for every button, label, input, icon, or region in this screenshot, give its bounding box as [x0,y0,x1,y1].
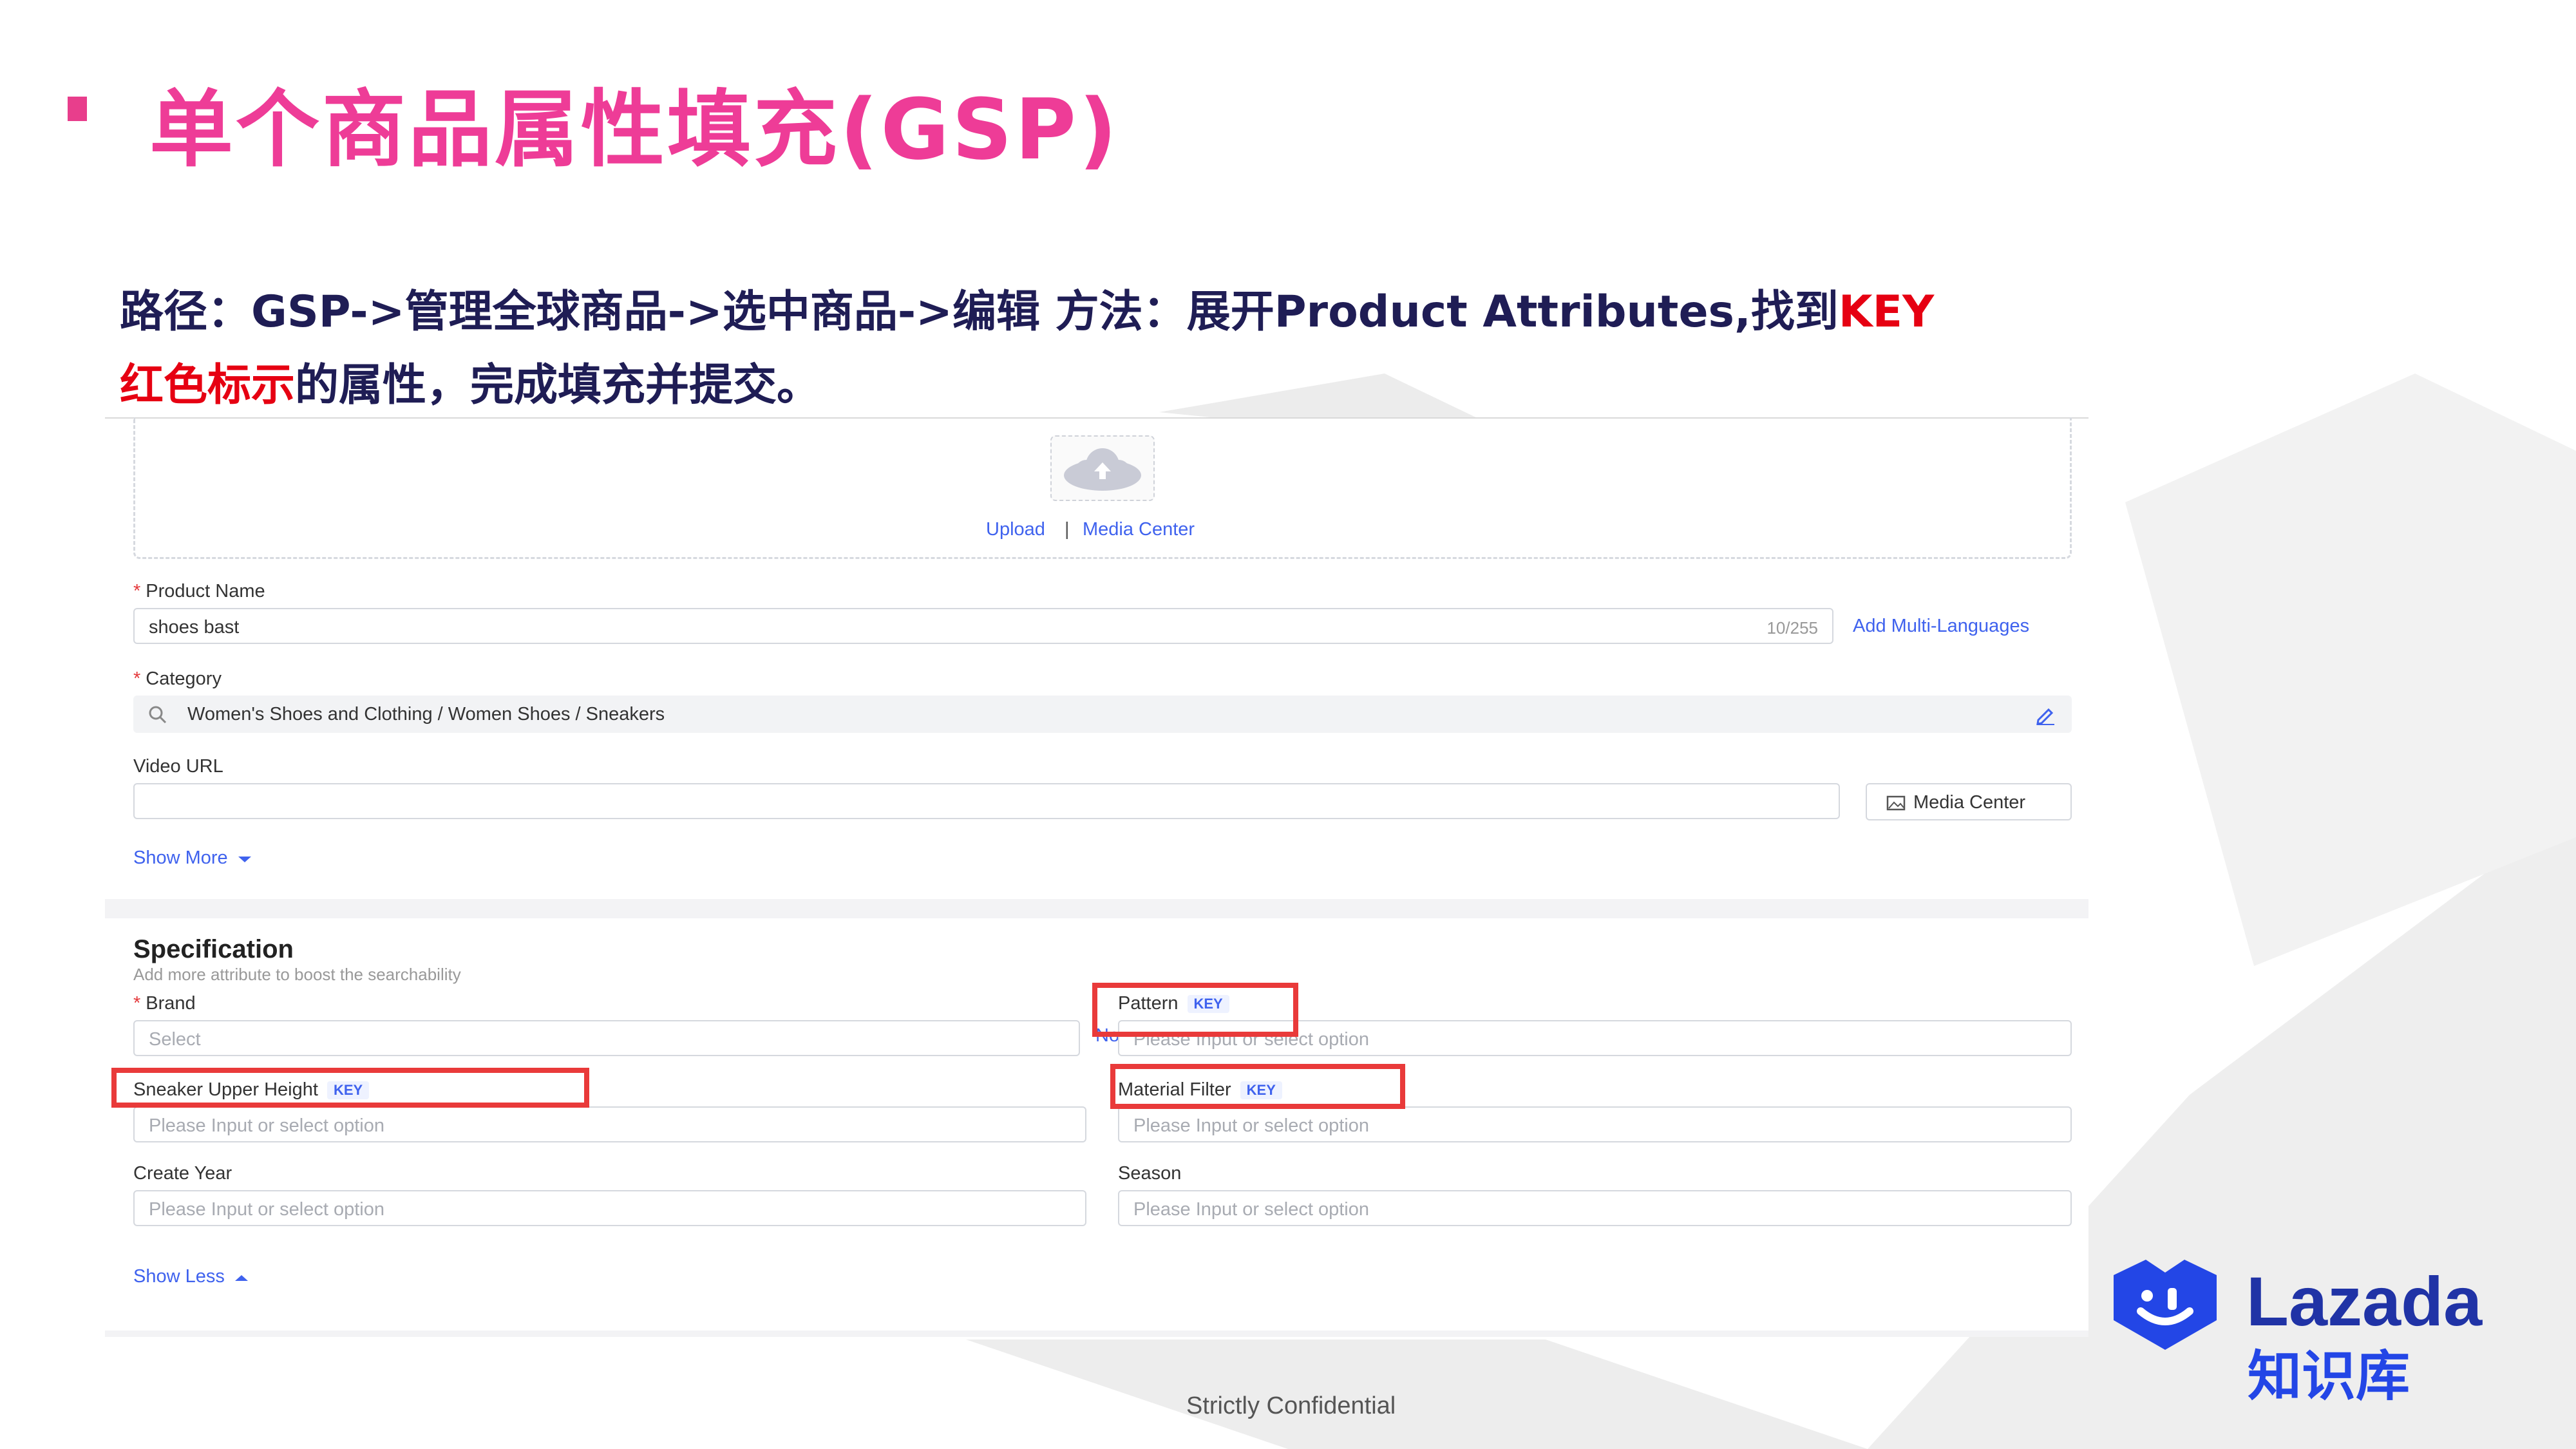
create-year-label: Create Year [133,1163,232,1184]
upload-cloud-icon[interactable] [1050,435,1155,501]
season-input[interactable]: Please Input or select option [1118,1190,2072,1226]
brand-label: * Brand [133,993,196,1014]
search-icon [149,706,167,724]
specification-subtitle: Add more attribute to boost the searchab… [133,965,461,984]
instruction-rest-text: 的属性，完成填充并提交。 [295,360,821,411]
slide-title: 单个商品属性填充(GSP) [149,80,1120,178]
season-label: Season [1118,1163,1182,1184]
upload-link[interactable]: Upload [986,519,1045,540]
product-editor-screenshot: Upload | Media Center * Product Name shoe… [105,417,2088,1337]
caret-up-icon [234,1275,248,1281]
highlight-box-material-filter [1110,1064,1405,1109]
caret-down-icon [238,857,251,862]
lazada-logo-icon [2114,1260,2217,1350]
instruction-line-2: 红色标示的属性，完成填充并提交。 [120,349,820,413]
lazada-wordmark: Lazada [2246,1262,2483,1340]
show-more-toggle[interactable]: Show More [133,848,252,869]
instruction-path-text: 路径：GSP->管理全球商品->选中商品->编辑 方法：展开Product At… [120,287,1839,337]
footer-confidential: Strictly Confidential [1186,1392,1396,1419]
basic-info-card: Upload | Media Center * Product Name shoe… [105,417,2088,899]
specification-card: Specification Add more attribute to boos… [105,918,2088,1331]
media-center-link[interactable]: Media Center [1083,519,1195,540]
upload-separator: | [1065,519,1070,540]
title-bullet [68,97,87,121]
instruction-red-mark-text: 红色标示 [120,360,296,411]
lazada-knowledge-base-text: 知识库 [2248,1345,2410,1408]
product-name-counter: 10/255 [1766,618,1818,638]
material-filter-input[interactable]: Please Input or select option [1118,1106,2072,1142]
instruction-key-text: KEY [1838,287,1935,337]
highlight-box-sneaker-upper-height [111,1068,589,1108]
edit-pencil-icon[interactable] [2034,705,2056,725]
video-url-input[interactable] [133,783,1840,819]
brand-select[interactable]: Select [133,1020,1080,1056]
show-less-toggle[interactable]: Show Less [133,1266,249,1287]
video-url-label: Video URL [133,756,223,777]
category-label: * Category [133,668,222,689]
category-value: Women's Shoes and Clothing / Women Shoes… [187,704,665,724]
sneaker-upper-height-input[interactable]: Please Input or select option [133,1106,1086,1142]
add-multi-languages-link[interactable]: Add Multi-Languages [1853,616,2029,637]
product-name-label: * Product Name [133,581,265,601]
highlight-box-pattern [1092,983,1298,1037]
media-center-button[interactable]: Media Center [1866,783,2072,820]
specification-title: Specification [133,935,294,963]
product-name-value: shoes bast [149,617,240,638]
image-icon [1886,795,1906,811]
instruction-line-1: 路径：GSP->管理全球商品->选中商品->编辑 方法：展开Product At… [120,276,1934,339]
product-name-input[interactable]: shoes bast 10/255 [133,608,1833,644]
category-selector[interactable]: Women's Shoes and Clothing / Women Shoes… [133,696,2072,733]
create-year-input[interactable]: Please Input or select option [133,1190,1086,1226]
